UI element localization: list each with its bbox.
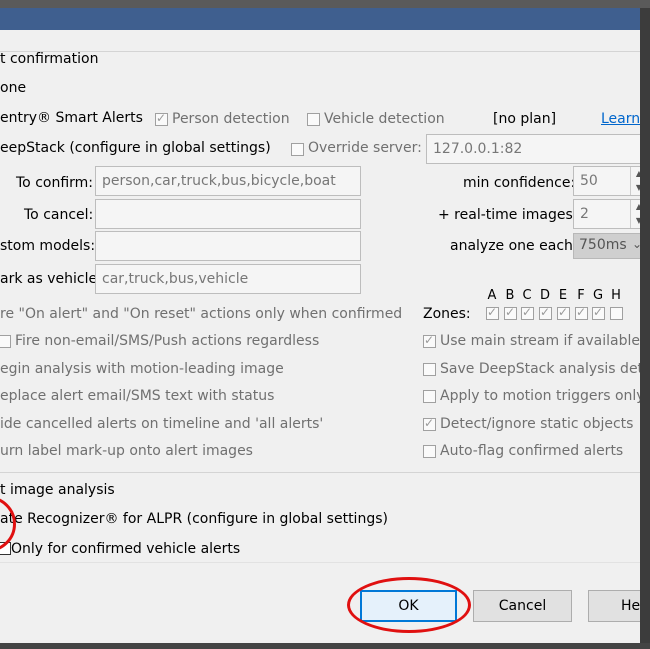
- person-detection-checkbox[interactable]: [155, 111, 168, 126]
- zone-e-checkbox[interactable]: [557, 305, 570, 320]
- replace-alert-option[interactable]: eplace alert email/SMS text with status: [0, 388, 274, 404]
- person-detection-label: Person detection: [172, 111, 290, 127]
- none-option[interactable]: one: [0, 80, 26, 96]
- main-stream-checkbox[interactable]: [423, 333, 436, 348]
- help-button[interactable]: Help: [588, 590, 640, 622]
- custom-models-label: stom models:: [0, 238, 96, 254]
- camera-settings-dialog: t confirmation one entry® Smart Alerts P…: [0, 30, 640, 649]
- dialog-title-bar[interactable]: [0, 8, 640, 30]
- static-objects-label: Detect/ignore static objects: [440, 416, 634, 432]
- static-objects-checkbox[interactable]: [423, 416, 436, 431]
- mark-as-vehicle-input[interactable]: car,truck,bus,vehicle: [95, 264, 361, 294]
- save-deepstack-checkbox[interactable]: [423, 363, 436, 376]
- zone-letter: G: [592, 288, 604, 303]
- to-confirm-input[interactable]: person,car,truck,bus,bicycle,boat: [95, 166, 361, 196]
- down-arrow-icon[interactable]: ▼: [631, 214, 640, 228]
- realtime-images-value: 2: [580, 206, 589, 222]
- burn-label-option[interactable]: urn label mark-up onto alert images: [0, 443, 253, 459]
- learn-more-link[interactable]: Learn M: [601, 111, 640, 127]
- footer-divider: [0, 562, 640, 563]
- override-server-label: Override server:: [308, 140, 422, 156]
- override-server-checkbox[interactable]: [291, 143, 304, 156]
- zone-c-checkbox[interactable]: [521, 305, 534, 320]
- zone-b-checkbox[interactable]: [504, 305, 517, 320]
- begin-analysis-option[interactable]: egin analysis with motion-leading image: [0, 361, 284, 377]
- min-confidence-spinner[interactable]: 50 ▲ ▼: [573, 166, 640, 196]
- custom-models-input[interactable]: [95, 231, 361, 261]
- server-address-input[interactable]: 127.0.0.1:82: [426, 134, 640, 164]
- analyze-one-each-label: analyze one each:: [450, 238, 578, 254]
- zone-letter: C: [522, 288, 532, 303]
- min-confidence-label: min confidence:: [463, 175, 576, 191]
- auto-flag-checkbox[interactable]: [423, 445, 436, 458]
- section-divider: [0, 472, 640, 473]
- window-bottom-edge: [0, 643, 650, 649]
- motion-triggers-label: Apply to motion triggers only: [440, 388, 640, 404]
- fire-non-email-label: Fire non-email/SMS/Push actions regardle…: [15, 333, 320, 349]
- down-arrow-icon[interactable]: ▼: [631, 181, 640, 195]
- zone-letter: E: [558, 288, 568, 303]
- window-edge: [640, 8, 650, 649]
- plate-recognizer-option[interactable]: ate Recognizer® for ALPR (configure in g…: [0, 511, 388, 527]
- vehicle-detection-label: Vehicle detection: [324, 111, 445, 127]
- fire-non-email-checkbox[interactable]: [0, 335, 11, 348]
- annotation-circle: [347, 577, 471, 633]
- zone-letter: D: [539, 288, 550, 303]
- realtime-images-label: + real-time images:: [438, 207, 578, 223]
- zone-f-checkbox[interactable]: [575, 305, 588, 320]
- up-arrow-icon[interactable]: ▲: [631, 200, 640, 214]
- zone-letter: F: [577, 288, 585, 303]
- zone-letter: A: [487, 288, 497, 303]
- up-arrow-icon[interactable]: ▲: [631, 167, 640, 181]
- zone-g-checkbox[interactable]: [592, 305, 605, 320]
- auto-flag-label: Auto-flag confirmed alerts: [440, 443, 624, 459]
- main-stream-label: Use main stream if available: [440, 333, 640, 349]
- to-cancel-input[interactable]: [95, 199, 361, 229]
- zone-letter: B: [505, 288, 515, 303]
- spinner-arrows[interactable]: ▲ ▼: [630, 200, 640, 228]
- window-top-strip: [0, 0, 650, 8]
- sentry-smart-alerts-option[interactable]: entry® Smart Alerts: [0, 110, 143, 126]
- alert-confirmation-heading: t confirmation: [0, 51, 99, 67]
- to-cancel-label: To cancel:: [24, 207, 94, 223]
- only-confirmed-label: Only for confirmed vehicle alerts: [11, 541, 241, 557]
- analyze-interval-value: 750ms: [579, 237, 627, 253]
- vehicle-detection-checkbox[interactable]: [307, 113, 320, 126]
- zones-label: Zones:: [423, 306, 471, 322]
- plan-status: [no plan]: [493, 111, 557, 127]
- motion-triggers-checkbox[interactable]: [423, 390, 436, 403]
- chevron-down-icon: ⌄: [632, 237, 640, 251]
- min-confidence-value: 50: [580, 173, 598, 189]
- save-deepstack-label: Save DeepStack analysis details: [440, 361, 640, 377]
- deepstack-option[interactable]: eepStack (configure in global settings): [0, 140, 271, 156]
- hide-cancelled-option[interactable]: ide cancelled alerts on timeline and 'al…: [0, 416, 323, 432]
- mark-as-vehicle-label: ark as vehicle:: [0, 271, 102, 287]
- zone-letter: H: [611, 288, 621, 303]
- fire-on-alert-option[interactable]: re "On alert" and "On reset" actions onl…: [0, 306, 402, 322]
- analyze-interval-dropdown[interactable]: 750ms ⌄: [573, 233, 640, 259]
- zone-h-checkbox[interactable]: [610, 307, 623, 320]
- zone-d-checkbox[interactable]: [539, 305, 552, 320]
- realtime-images-spinner[interactable]: 2 ▲ ▼: [573, 199, 640, 229]
- cancel-button[interactable]: Cancel: [473, 590, 572, 622]
- to-confirm-label: To confirm:: [16, 175, 94, 191]
- zone-a-checkbox[interactable]: [486, 305, 499, 320]
- spinner-arrows[interactable]: ▲ ▼: [630, 167, 640, 195]
- image-analysis-heading: t image analysis: [0, 482, 115, 498]
